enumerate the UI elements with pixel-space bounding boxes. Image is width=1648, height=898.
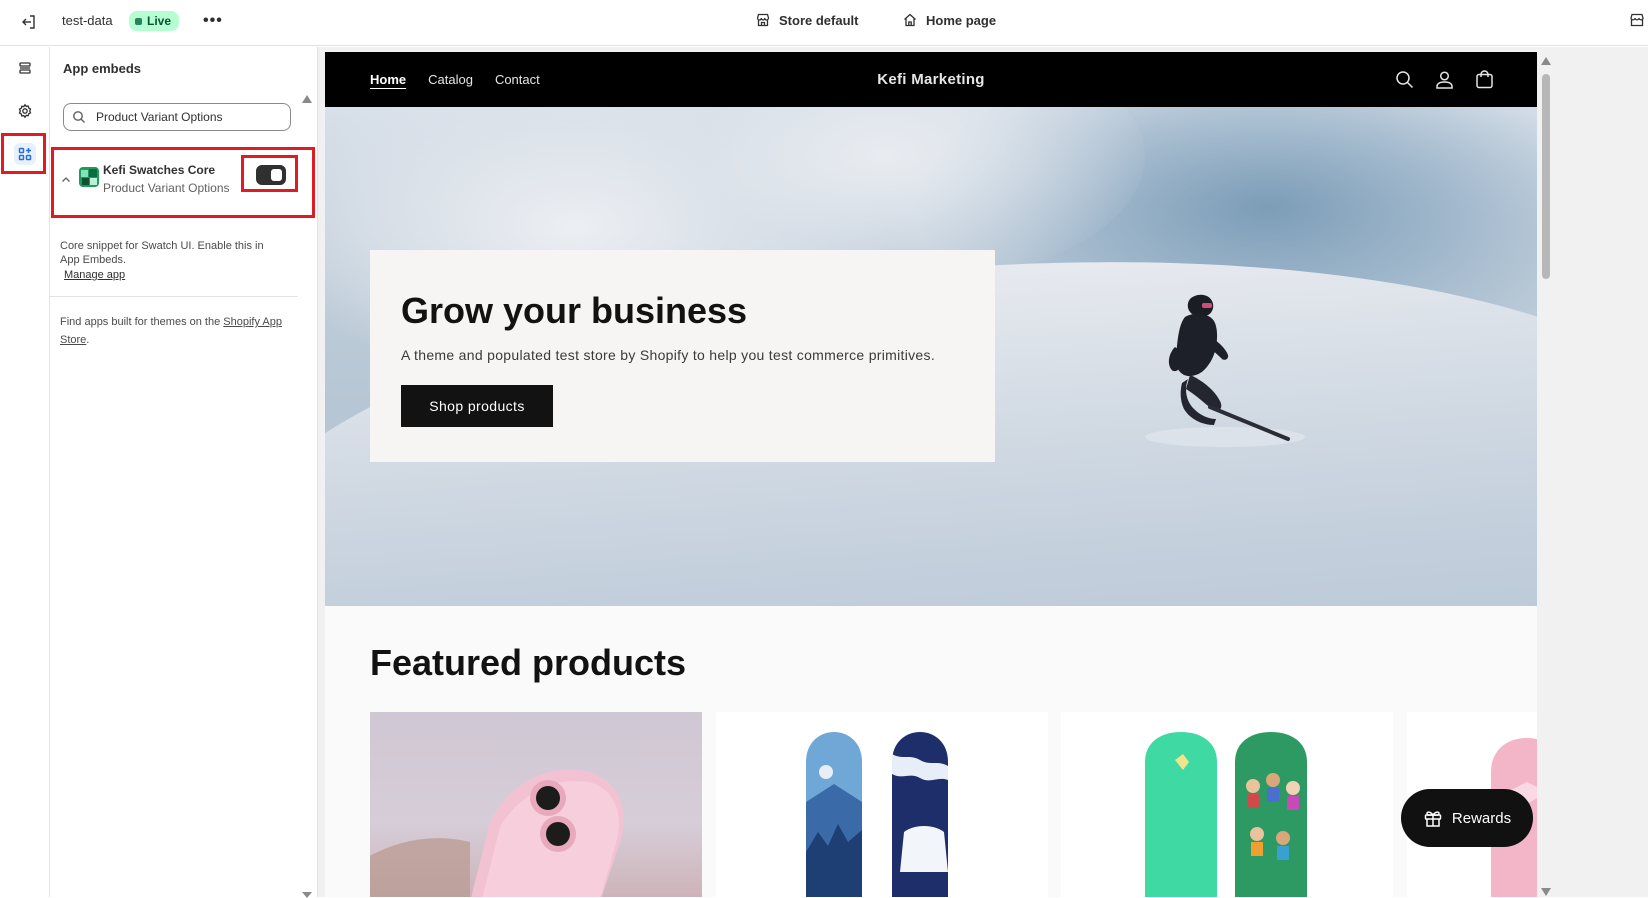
storefront-preview: Home Catalog Contact Kefi Marketing Grow… [318,47,1648,897]
skier-image [1145,294,1305,447]
find-apps-end: . [86,334,90,346]
app-embed-icon[interactable] [14,143,36,165]
live-dot-icon [135,17,142,25]
product-card[interactable] [1061,712,1393,897]
account-icon[interactable] [1434,69,1454,89]
product-card[interactable] [370,712,702,897]
product-card[interactable] [716,712,1048,897]
preview-frame: Home Catalog Contact Kefi Marketing Grow… [325,52,1537,897]
hero-text: A theme and populated test store by Shop… [401,347,936,363]
page-context-label: Home page [926,12,997,28]
scroll-down-arrow[interactable] [1541,888,1551,896]
find-apps-text: Find apps built for themes on the Shopif… [60,313,285,349]
hero-heading: Grow your business [401,290,748,331]
phone-product-image [370,769,624,897]
rewards-label: Rewards [1451,809,1512,827]
embed-description: Core snippet for Swatch UI. Enable this … [60,239,285,282]
snowboard-product-image [806,732,948,897]
store-header: Home Catalog Contact Kefi Marketing [325,52,1537,107]
home-icon [904,13,916,27]
scroll-thumb[interactable] [1542,74,1550,279]
search-field[interactable] [63,103,291,131]
store-icon[interactable] [1630,12,1648,32]
panel-title: App embeds [63,61,142,76]
app-embed-item[interactable]: Kefi Swatches Core Product Variant Optio… [55,151,313,215]
gear-icon[interactable] [14,100,36,122]
find-apps-label: Find apps built for themes on the [60,316,221,328]
search-input[interactable] [96,110,276,124]
panel-scroll-up-arrow[interactable] [302,95,312,103]
chevron-up-icon[interactable] [61,175,71,185]
gift-icon [1424,811,1442,827]
embed-name: Kefi Swatches Core [103,163,216,177]
kefi-app-icon [79,167,99,187]
panel-scroll-down-arrow[interactable] [302,892,312,898]
embed-description-text: Core snippet for Swatch UI. Enable this … [60,240,264,266]
cart-icon[interactable] [1474,69,1494,89]
search-icon [73,111,85,123]
preview-scrollbar[interactable] [1540,52,1552,897]
exit-icon[interactable] [18,11,40,33]
hero-banner: Grow your business A theme and populated… [325,107,1537,606]
header-icons [1394,69,1494,89]
live-status-badge: Live [129,11,180,31]
embed-subtitle: Product Variant Options [103,181,230,195]
search-icon[interactable] [1394,69,1414,89]
embed-toggle[interactable] [256,165,286,185]
sections-icon[interactable] [14,57,36,79]
editor-left-rail [0,47,50,897]
theme-context-label: Store default [779,12,859,28]
editor-top-bar: test-data Live ••• Store default Home pa… [0,0,1648,46]
theme-context-selector[interactable]: Store default [755,12,858,28]
page-selector[interactable]: Home page [902,12,996,28]
more-actions-button[interactable]: ••• [203,12,223,30]
snowboard-product-image [1145,732,1307,897]
app-embeds-panel: App embeds Kefi Swatches Core Product Va… [50,47,318,898]
store-icon [756,13,770,27]
live-status-label: Live [147,14,172,28]
shop-products-button[interactable]: Shop products [401,385,553,427]
store-brand[interactable]: Kefi Marketing [325,71,1537,88]
scroll-up-arrow[interactable] [1541,57,1551,65]
panel-divider [50,296,298,297]
store-name: test-data [62,13,113,28]
featured-heading: Featured products [370,642,687,683]
hero-card: Grow your business A theme and populated… [370,250,995,462]
manage-app-link[interactable]: Manage app [64,268,285,282]
rewards-button[interactable]: Rewards [1401,789,1533,847]
toggle-knob [271,169,282,181]
